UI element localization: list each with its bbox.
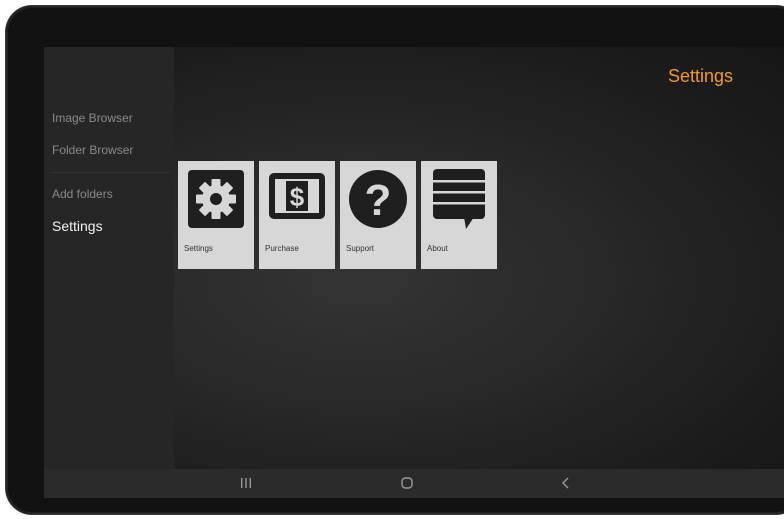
system-navigation-bar	[44, 469, 784, 498]
document-speech-icon	[428, 167, 490, 231]
screen: Image Browser Folder Browser Add folders…	[44, 47, 784, 498]
home-button[interactable]	[387, 473, 427, 493]
sidebar-divider	[52, 172, 170, 173]
about-tile[interactable]: About	[421, 161, 497, 269]
sidebar-item-add-folders[interactable]: Add folders	[52, 187, 113, 201]
recent-apps-icon	[241, 478, 251, 488]
back-icon	[562, 477, 569, 489]
question-icon: ?	[347, 167, 409, 231]
support-tile-label: Support	[346, 244, 375, 253]
sidebar-item-image-browser[interactable]: Image Browser	[52, 111, 133, 125]
recent-apps-button[interactable]	[226, 473, 266, 493]
settings-tile-label: Settings	[184, 244, 213, 253]
purchase-tile-label: Purchase	[265, 244, 299, 253]
main-content: Settings Settings $ Purchase ? Support A…	[174, 47, 784, 469]
back-button[interactable]	[546, 473, 586, 493]
svg-text:?: ?	[365, 176, 392, 225]
purchase-tile[interactable]: $ Purchase	[259, 161, 335, 269]
page-title: Settings	[667, 66, 733, 86]
home-icon	[401, 477, 413, 489]
sidebar-item-folder-browser[interactable]: Folder Browser	[52, 143, 133, 157]
navigation-drawer: Image Browser Folder Browser Add folders…	[44, 47, 174, 469]
settings-tile[interactable]: Settings	[178, 161, 254, 269]
dollar-screen-icon: $	[266, 167, 328, 231]
support-tile[interactable]: ? Support	[340, 161, 416, 269]
svg-text:$: $	[290, 182, 305, 212]
gear-icon	[185, 167, 247, 231]
tablet-frame: Image Browser Folder Browser Add folders…	[6, 6, 784, 514]
sidebar-item-settings[interactable]: Settings	[52, 218, 103, 234]
about-tile-label: About	[427, 244, 448, 253]
